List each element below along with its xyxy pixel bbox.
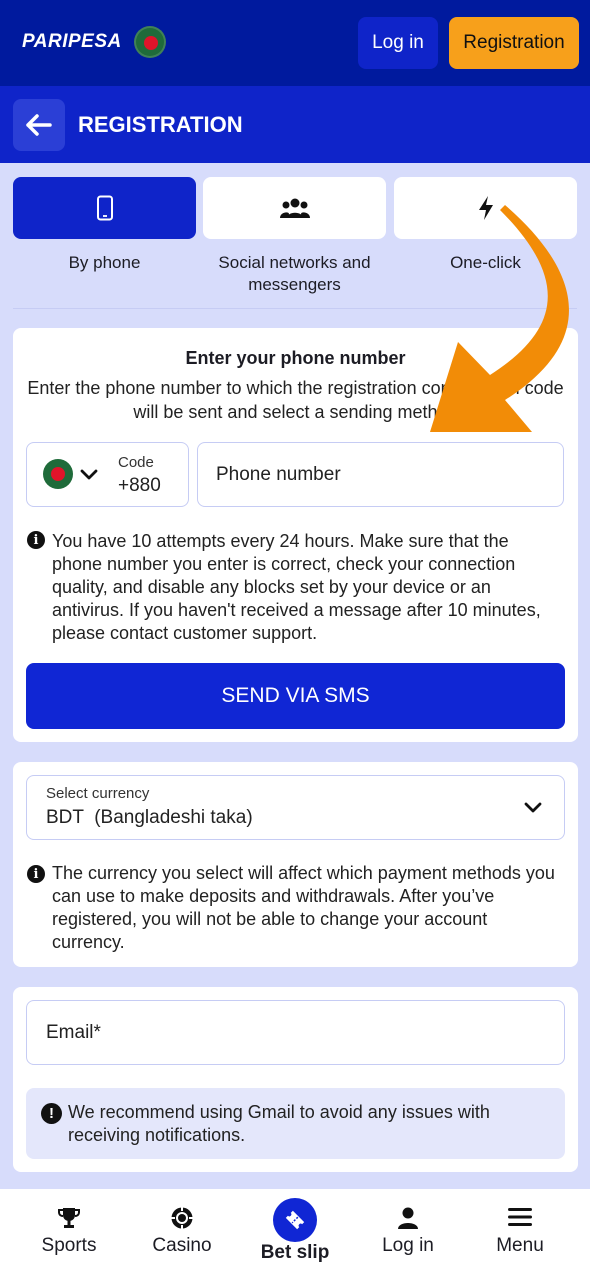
bottom-nav: Sports Casino Bet slip Log in Menu: [0, 1189, 590, 1280]
nav-label-casino: Casino: [152, 1235, 212, 1256]
tab-label-by-phone: By phone: [68, 253, 141, 272]
currency-card: Select currency BDT (Bangladeshi taka) i…: [13, 762, 578, 967]
page-title: REGISTRATION: [78, 112, 243, 137]
info-icon: i: [27, 865, 45, 883]
exclamation-icon: !: [41, 1103, 62, 1124]
phone-number-input[interactable]: [197, 442, 564, 507]
currency-info-text: The currency you select will affect whic…: [52, 863, 555, 952]
bolt-icon: [478, 196, 493, 220]
top-bar: PARIPESA Log in Registration: [0, 0, 590, 86]
country-code-select[interactable]: Code +880: [26, 442, 189, 507]
gmail-recommendation: ! We recommend using Gmail to avoid any …: [26, 1088, 565, 1159]
arrow-left-icon: [26, 114, 52, 136]
nav-casino[interactable]: Casino: [123, 1189, 241, 1280]
nav-sports[interactable]: Sports: [10, 1189, 128, 1280]
user-icon: [398, 1207, 418, 1229]
login-button[interactable]: Log in: [358, 17, 438, 69]
email-card: ! We recommend using Gmail to avoid any …: [13, 987, 578, 1172]
send-via-sms-button[interactable]: SEND VIA SMS: [26, 663, 565, 729]
bangladesh-flag-icon: [43, 459, 73, 489]
ticket-icon: [285, 1210, 305, 1230]
back-button[interactable]: [13, 99, 65, 151]
nav-menu[interactable]: Menu: [461, 1189, 579, 1280]
phone-info-text: You have 10 attempts every 24 hours. Mak…: [52, 531, 541, 643]
bangladesh-flag-icon[interactable]: [134, 26, 166, 58]
smartphone-icon: [96, 195, 113, 221]
menu-icon: [508, 1208, 532, 1226]
trophy-icon: [58, 1208, 80, 1228]
chevron-down-icon: [80, 469, 98, 480]
divider: [13, 308, 577, 309]
email-input[interactable]: [26, 1000, 565, 1065]
registration-header: REGISTRATION: [0, 86, 590, 163]
phone-card: Enter your phone number Enter the phone …: [13, 328, 578, 742]
info-icon: i: [27, 531, 45, 549]
chevron-down-icon: [524, 802, 542, 813]
tab-one-click[interactable]: [394, 177, 577, 239]
tab-social-networks[interactable]: [203, 177, 386, 239]
tab-label-one-click: One-click: [450, 253, 521, 272]
paripesa-logo[interactable]: PARIPESA: [22, 31, 122, 53]
currency-select[interactable]: Select currency BDT (Bangladeshi taka): [26, 775, 565, 840]
casino-chip-icon: [171, 1207, 193, 1229]
phone-section-title: Enter your phone number: [185, 348, 406, 368]
phone-section-description: Enter the phone number to which the regi…: [27, 378, 564, 422]
users-icon: [279, 198, 310, 218]
tab-by-phone[interactable]: [13, 177, 196, 239]
code-label: Code: [118, 454, 154, 471]
nav-label-login: Log in: [382, 1235, 434, 1256]
nav-label-bet-slip: Bet slip: [260, 1242, 330, 1263]
nav-label-sports: Sports: [41, 1235, 97, 1256]
tab-label-social-networks: Social networks and messengers: [218, 253, 371, 294]
bet-slip-button[interactable]: [273, 1198, 317, 1242]
code-value: +880: [118, 475, 161, 496]
registration-button[interactable]: Registration: [449, 17, 579, 69]
gmail-note-text: We recommend using Gmail to avoid any is…: [68, 1102, 490, 1145]
currency-value: BDT (Bangladeshi taka): [46, 807, 253, 828]
nav-label-menu: Menu: [496, 1235, 544, 1256]
currency-label: Select currency: [46, 785, 150, 802]
nav-login[interactable]: Log in: [349, 1189, 467, 1280]
